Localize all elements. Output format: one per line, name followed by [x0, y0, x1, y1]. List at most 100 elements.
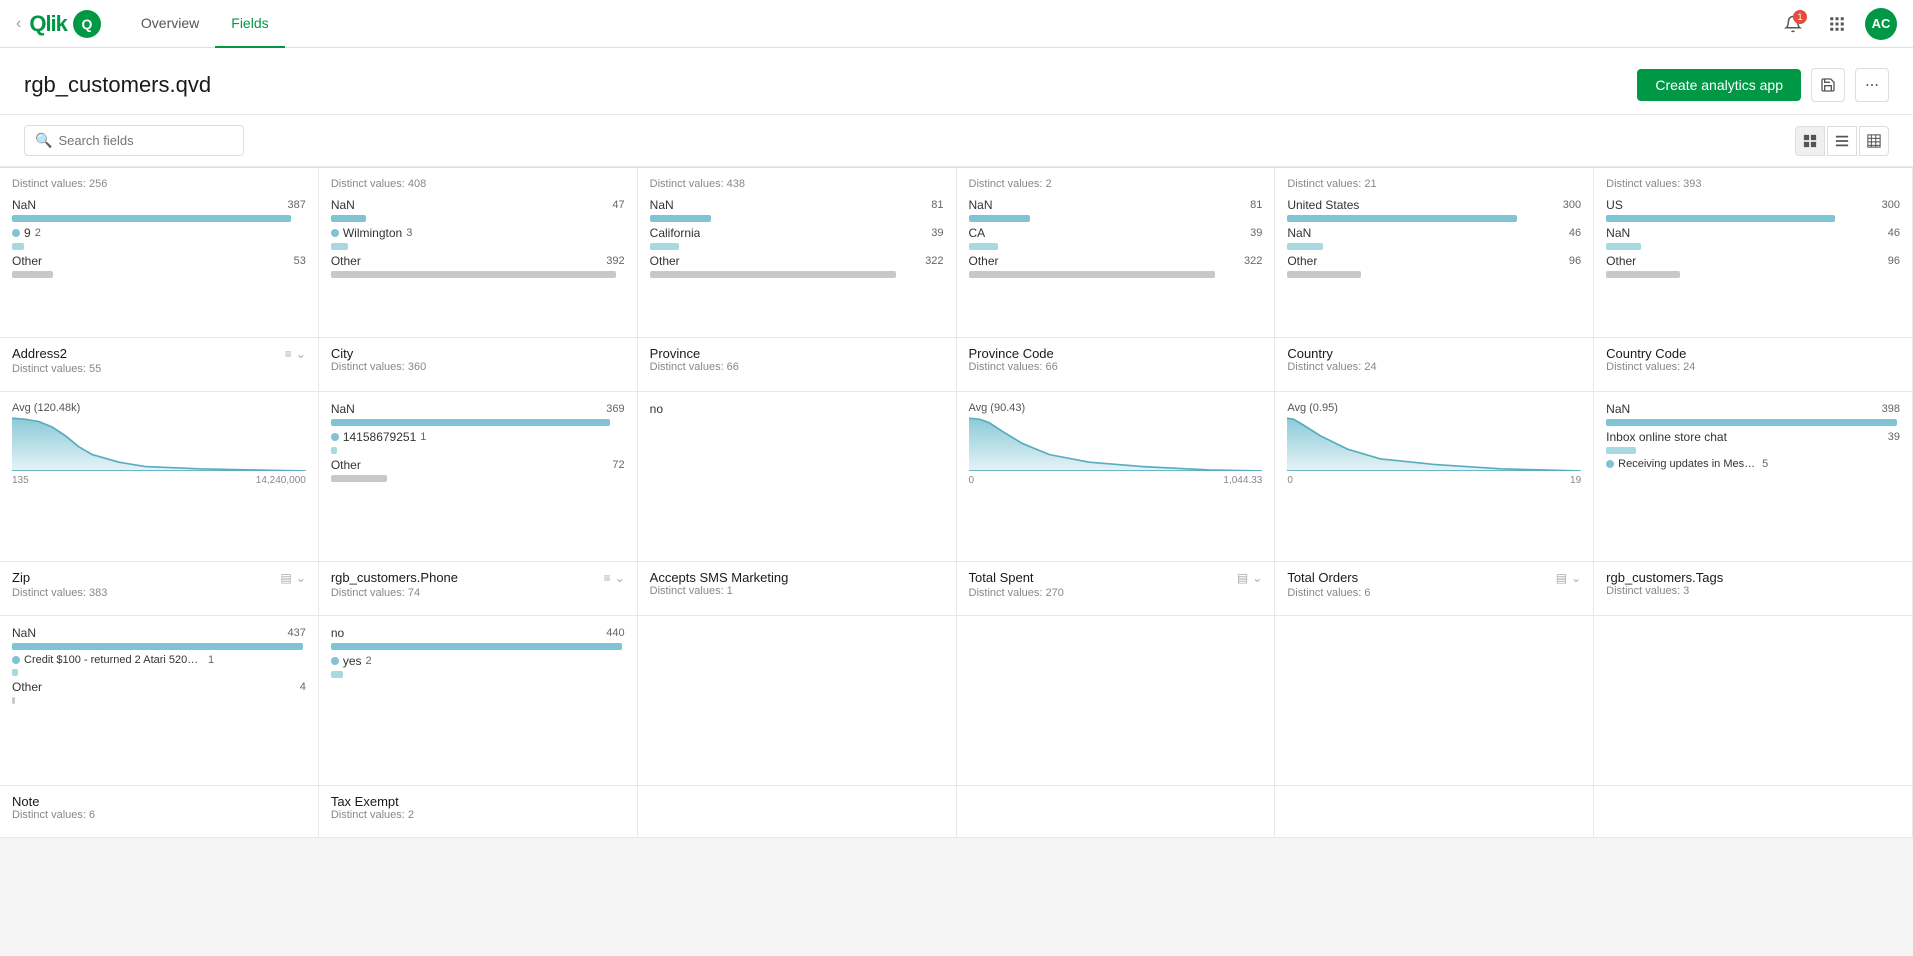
toolbar: 🔍 — [0, 115, 1913, 167]
avg-label: Avg (90.43) — [969, 402, 1263, 414]
dropdown-icon[interactable]: ⌄ — [615, 571, 625, 585]
chart-range: 01,044.33 — [969, 475, 1263, 486]
field-card: Distinct values: 408 NaN47 Wilmington3 O… — [319, 168, 638, 338]
list-view-button[interactable] — [1827, 126, 1857, 156]
field-card-total-orders: Avg (0.95) 019 — [1275, 392, 1594, 562]
search-input[interactable] — [58, 133, 233, 148]
field-name: Zip — [12, 570, 30, 585]
save-button[interactable] — [1811, 68, 1845, 102]
field-name: Province Code — [969, 346, 1263, 361]
field-card: rgb_customers.Tags Distinct values: 3 — [1594, 562, 1913, 616]
field-name: City — [331, 346, 625, 361]
field-distinct: Distinct values: 24 — [1287, 361, 1581, 373]
field-name: Total Orders — [1287, 570, 1358, 585]
field-distinct: Distinct values: 393 — [1606, 178, 1900, 190]
field-card: City Distinct values: 360 — [319, 338, 638, 392]
distribution-chart — [12, 416, 306, 471]
user-avatar[interactable]: AC — [1865, 8, 1897, 40]
notification-badge: 1 — [1793, 10, 1807, 24]
field-card-empty — [1275, 786, 1594, 838]
chart-icon[interactable]: ▤ — [280, 571, 291, 585]
grid-view-button[interactable] — [1795, 126, 1825, 156]
field-distinct: Distinct values: 360 — [331, 361, 625, 373]
chart-icon[interactable]: ▤ — [1237, 571, 1248, 585]
field-distinct: Distinct values: 383 — [12, 587, 306, 599]
field-card: Country Code Distinct values: 24 — [1594, 338, 1913, 392]
field-card: Province Distinct values: 66 — [638, 338, 957, 392]
field-name: Note — [12, 794, 306, 809]
field-distinct: Distinct values: 3 — [1606, 585, 1900, 597]
field-card-zip: Avg (120.48k) 13514,240,000 — [0, 392, 319, 562]
nav-overview[interactable]: Overview — [125, 0, 215, 48]
field-distinct: Distinct values: 66 — [969, 361, 1263, 373]
field-distinct: Distinct values: 6 — [1287, 587, 1581, 599]
field-card-empty — [957, 616, 1276, 786]
page-header: rgb_customers.qvd Create analytics app — [0, 48, 1913, 115]
sort-icon[interactable]: ≡ — [285, 347, 292, 361]
field-card: Note Distinct values: 6 — [0, 786, 319, 838]
chart-icon[interactable]: ▤ — [1556, 571, 1567, 585]
field-card: Distinct values: 21 United States300 NaN… — [1275, 168, 1594, 338]
fields-grid: Distinct values: 256 NaN387 92 Other53 D… — [0, 167, 1913, 838]
field-card-note: NaN437 Credit $100 - returned 2 Atari 52… — [0, 616, 319, 786]
dropdown-icon[interactable]: ⌄ — [1571, 571, 1581, 585]
field-distinct: Distinct values: 438 — [650, 178, 944, 190]
field-card: Distinct values: 393 US300 NaN46 Other96 — [1594, 168, 1913, 338]
field-distinct: Distinct values: 256 — [12, 178, 306, 190]
field-card-empty — [1594, 616, 1913, 786]
field-card: rgb_customers.Phone ≡ ⌄ Distinct values:… — [319, 562, 638, 616]
field-distinct: Distinct values: 21 — [1287, 178, 1581, 190]
field-card: Distinct values: 256 NaN387 92 Other53 — [0, 168, 319, 338]
field-distinct: Distinct values: 408 — [331, 178, 625, 190]
field-card: Province Code Distinct values: 66 — [957, 338, 1276, 392]
field-card-empty — [1594, 786, 1913, 838]
sort-icon[interactable]: ≡ — [604, 571, 611, 585]
field-card-empty — [957, 786, 1276, 838]
table-view-button[interactable] — [1859, 126, 1889, 156]
logo-icon: Q — [73, 10, 101, 38]
field-distinct: Distinct values: 55 — [12, 363, 306, 375]
field-distinct: Distinct values: 66 — [650, 361, 944, 373]
field-card: NaN398 Inbox online store chat39 Receivi… — [1594, 392, 1913, 562]
field-distinct: Distinct values: 6 — [12, 809, 306, 821]
field-name: Country — [1287, 346, 1581, 361]
avg-label: Avg (0.95) — [1287, 402, 1581, 414]
field-distinct: Distinct values: 2 — [969, 178, 1263, 190]
dropdown-icon[interactable]: ⌄ — [1252, 571, 1262, 585]
field-card: Accepts SMS Marketing Distinct values: 1 — [638, 562, 957, 616]
search-icon: 🔍 — [35, 132, 52, 149]
page-title: rgb_customers.qvd — [24, 72, 211, 98]
field-card-empty — [1275, 616, 1594, 786]
more-options-button[interactable] — [1855, 68, 1889, 102]
nav-fields[interactable]: Fields — [215, 0, 284, 48]
page-actions: Create analytics app — [1637, 68, 1889, 102]
field-name: rgb_customers.Tags — [1606, 570, 1900, 585]
field-name: rgb_customers.Phone — [331, 570, 458, 585]
field-card: no440 yes2 — [319, 616, 638, 786]
distribution-chart — [1287, 416, 1581, 471]
dropdown-icon[interactable]: ⌄ — [296, 571, 306, 585]
field-card: Distinct values: 438 NaN81 California39 … — [638, 168, 957, 338]
notifications-button[interactable]: 1 — [1777, 8, 1809, 40]
create-analytics-app-button[interactable]: Create analytics app — [1637, 69, 1801, 101]
logo-text: Qlik — [29, 11, 67, 37]
fields-container: Distinct values: 256 NaN387 92 Other53 D… — [0, 167, 1913, 943]
apps-button[interactable] — [1821, 8, 1853, 40]
field-card: Total Orders ▤ ⌄ Distinct values: 6 — [1275, 562, 1594, 616]
chart-range: 019 — [1287, 475, 1581, 486]
field-card: Address2 ≡ ⌄ Distinct values: 55 — [0, 338, 319, 392]
distribution-chart — [969, 416, 1263, 471]
field-distinct: Distinct values: 24 — [1606, 361, 1900, 373]
field-distinct: Distinct values: 270 — [969, 587, 1263, 599]
main-nav: Overview Fields — [125, 0, 285, 48]
field-name: Province — [650, 346, 944, 361]
back-button[interactable]: ‹ — [16, 15, 21, 33]
field-card: Country Distinct values: 24 — [1275, 338, 1594, 392]
field-name: Address2 — [12, 346, 67, 361]
field-name: Accepts SMS Marketing — [650, 570, 944, 585]
search-box[interactable]: 🔍 — [24, 125, 244, 156]
dropdown-icon[interactable]: ⌄ — [296, 347, 306, 361]
header-right: 1 AC — [1777, 8, 1897, 40]
field-distinct: Distinct values: 1 — [650, 585, 944, 597]
avg-label: Avg (120.48k) — [12, 402, 306, 414]
